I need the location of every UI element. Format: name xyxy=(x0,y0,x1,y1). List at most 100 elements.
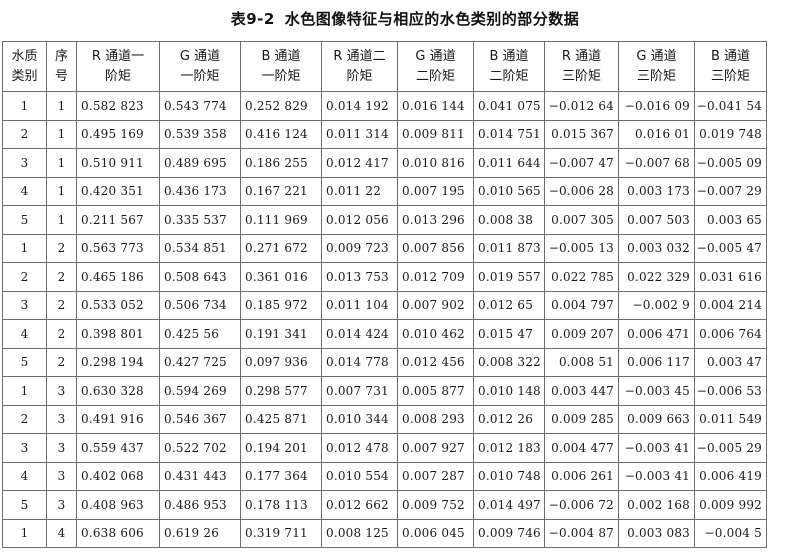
value-cell: 0.546 367 xyxy=(159,404,241,434)
value-cell: 0.016 144 xyxy=(397,91,474,121)
value-cell: −0.007 29 xyxy=(694,176,767,206)
value-cell: 0.011 873 xyxy=(473,233,545,263)
value-cell: 0.041 075 xyxy=(473,91,545,121)
value-cell: 0.008 293 xyxy=(397,404,474,434)
value-cell: 0.416 124 xyxy=(240,119,322,149)
water-class-cell: 2 xyxy=(2,404,47,434)
value-cell: 0.007 902 xyxy=(397,290,474,320)
value-cell: 0.004 214 xyxy=(694,290,767,320)
value-cell: −0.002 9 xyxy=(618,290,695,320)
value-cell: 0.361 016 xyxy=(240,262,322,292)
value-cell: 0.022 329 xyxy=(618,262,695,292)
value-cell: 0.010 554 xyxy=(321,461,398,491)
value-cell: 0.010 565 xyxy=(473,176,545,206)
value-cell: 0.007 305 xyxy=(544,205,619,235)
value-cell: −0.007 68 xyxy=(618,148,695,178)
sequence-cell: 3 xyxy=(46,404,77,434)
column-header-line: 阶矩 xyxy=(346,68,373,84)
value-cell: 0.186 255 xyxy=(240,148,322,178)
table-row: 2 2 0.465 186 0.508 643 0.361 016 0.013 753 0.… xyxy=(2,262,767,292)
column-header-line: R 通道二 xyxy=(333,48,386,64)
column-header-line: 一阶矩 xyxy=(261,68,301,84)
value-cell: 0.012 709 xyxy=(397,262,474,292)
sequence-cell: 2 xyxy=(46,347,77,377)
column-header: G 通道 一阶矩 xyxy=(159,41,241,92)
value-cell: 0.007 927 xyxy=(397,433,474,463)
column-header-line: B 通道 xyxy=(710,48,751,64)
value-cell: 0.465 186 xyxy=(76,262,160,292)
column-header-line: R 通道 xyxy=(561,48,602,64)
value-cell: 0.011 104 xyxy=(321,290,398,320)
value-cell: 0.003 447 xyxy=(544,376,619,406)
table-row: 1 3 0.630 328 0.594 269 0.298 577 0.007 731 0.… xyxy=(2,376,767,406)
value-cell: 0.619 26 xyxy=(159,518,241,548)
value-cell: 0.010 148 xyxy=(473,376,545,406)
value-cell: 0.012 417 xyxy=(321,148,398,178)
water-class-cell: 1 xyxy=(2,233,47,263)
value-cell: 0.009 285 xyxy=(544,404,619,434)
table-row: 2 1 0.495 169 0.539 358 0.416 124 0.011 314 0.… xyxy=(2,119,767,149)
value-cell: 0.019 748 xyxy=(694,119,767,149)
value-cell: 0.012 456 xyxy=(397,347,474,377)
table-row: 4 2 0.398 801 0.425 56 0.191 341 0.014 424 0.0… xyxy=(2,319,767,349)
value-cell: 0.582 823 xyxy=(76,91,160,121)
value-cell: 0.003 083 xyxy=(618,518,695,548)
header-row: 水质 类别序号 R 通道一 阶矩 G 通道 一阶矩 B 通道 一阶矩 R 通道二 阶矩 G 通道 二阶… xyxy=(2,41,767,92)
sequence-cell: 2 xyxy=(46,319,77,349)
sequence-cell: 3 xyxy=(46,433,77,463)
sequence-cell: 1 xyxy=(46,148,77,178)
water-class-cell: 4 xyxy=(2,176,47,206)
column-header-line: 序 xyxy=(54,48,68,64)
column-header-line: 类别 xyxy=(11,68,38,84)
value-cell: 0.638 606 xyxy=(76,518,160,548)
column-header-line: 阶矩 xyxy=(104,68,131,84)
column-header-line: R 通道一 xyxy=(91,48,145,64)
value-cell: 0.007 195 xyxy=(397,176,474,206)
value-cell: 0.425 56 xyxy=(159,319,241,349)
column-header: R 通道二阶矩 xyxy=(321,41,398,92)
value-cell: 0.534 851 xyxy=(159,233,241,263)
value-cell: 0.003 65 xyxy=(694,205,767,235)
table-row: 2 3 0.491 916 0.546 367 0.425 871 0.010 344 0.… xyxy=(2,404,767,434)
value-cell: 0.013 296 xyxy=(397,205,474,235)
table-row: 3 3 0.559 437 0.522 702 0.194 201 0.012 478 0.… xyxy=(2,433,767,463)
column-header-line: B 通道 xyxy=(261,48,301,64)
value-cell: 0.006 261 xyxy=(544,461,619,491)
value-cell: 0.006 419 xyxy=(694,461,767,491)
value-cell: −0.012 64 xyxy=(544,91,619,121)
value-cell: 0.007 731 xyxy=(321,376,398,406)
value-cell: 0.008 51 xyxy=(544,347,619,377)
water-class-cell: 5 xyxy=(2,347,47,377)
value-cell: 0.003 032 xyxy=(618,233,695,263)
value-cell: 0.012 056 xyxy=(321,205,398,235)
value-cell: 0.011 549 xyxy=(694,404,767,434)
value-cell: 0.486 953 xyxy=(159,490,241,520)
value-cell: 0.271 672 xyxy=(240,233,322,263)
table-body: 1 1 0.582 823 0.543 774 0.252 829 0.014 192 0.… xyxy=(2,91,767,548)
water-class-cell: 2 xyxy=(2,119,47,149)
column-header: G 通道 三阶矩 xyxy=(618,41,695,92)
value-cell: 0.319 711 xyxy=(240,518,322,548)
value-cell: 0.008 125 xyxy=(321,518,398,548)
value-cell: −0.005 47 xyxy=(694,233,767,263)
value-cell: 0.508 643 xyxy=(159,262,241,292)
column-header-line: 二阶矩 xyxy=(489,68,529,84)
table-row: 1 2 0.563 773 0.534 851 0.271 672 0.009 723 0.… xyxy=(2,233,767,263)
value-cell: 0.594 269 xyxy=(159,376,241,406)
value-cell: 0.011 22 xyxy=(321,176,398,206)
value-cell: −0.003 45 xyxy=(618,376,695,406)
value-cell: 0.014 497 xyxy=(473,490,545,520)
water-class-cell: 4 xyxy=(2,461,47,491)
value-cell: 0.398 801 xyxy=(76,319,160,349)
value-cell: 0.016 01 xyxy=(618,119,695,149)
value-cell: 0.425 871 xyxy=(240,404,322,434)
value-cell: 0.004 477 xyxy=(544,433,619,463)
value-cell: 0.014 192 xyxy=(321,91,398,121)
value-cell: 0.298 194 xyxy=(76,347,160,377)
water-class-cell: 2 xyxy=(2,262,47,292)
column-header: 序号 xyxy=(46,41,77,92)
sequence-cell: 3 xyxy=(46,490,77,520)
sequence-cell: 2 xyxy=(46,290,77,320)
water-class-cell: 1 xyxy=(2,376,47,406)
value-cell: 0.019 557 xyxy=(473,262,545,292)
